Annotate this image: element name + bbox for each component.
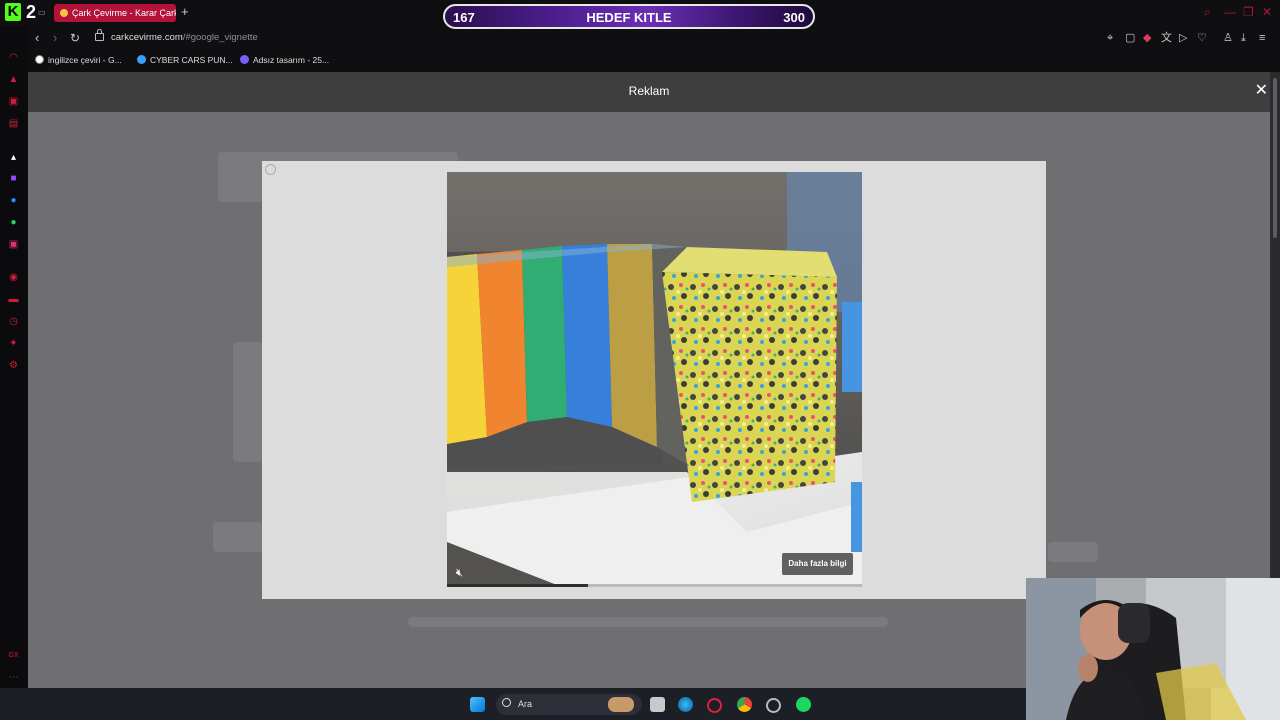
google-icon [35,55,44,64]
lock-icon [95,29,104,41]
bookmarks-bar: ingilizce çeviri - G... CYBER CARS PUN..… [28,50,1280,72]
site-icon [137,55,146,64]
history-icon[interactable]: ◷ [8,316,19,327]
heart-icon[interactable]: ♡ [1197,31,1207,45]
extensions-sidebar-icon[interactable]: ✦ [8,338,19,349]
tab-counter-icon: ▭ [38,8,46,17]
video-progress-fill [447,584,589,587]
reload-icon[interactable]: ↻ [70,30,80,46]
overlay-title: HEDEF KITLE [586,10,672,25]
speed-dial-icon[interactable]: ◠ [8,52,19,63]
kick-logo-icon: K [5,3,21,21]
restore-icon[interactable]: ❐ [1243,5,1254,19]
new-tab-plus-icon[interactable]: + [181,4,189,20]
ghost-block [1048,542,1098,562]
wallet-icon[interactable]: ▣ [8,96,19,107]
url-host: carkcevirme.com [111,32,183,43]
download-icon[interactable]: ⤓ [1241,31,1246,45]
webcam-feed [1026,578,1280,720]
opera-gx-icon[interactable] [707,698,722,713]
tab-counter: 2 [26,2,37,22]
player-icon[interactable]: ◉ [8,272,19,283]
ghost-block [213,522,263,552]
active-tab[interactable]: Çark Çevirme - Karar Çarkı [54,4,176,22]
browser-sidebar: ◠ ▲ ▣ ▤ ▴ ■ ● ● ▣ ◉ ▬ ◷ ✦ ⚙ GX ⋯ [0,26,28,688]
search-window-icon[interactable]: ⌕ [1204,5,1211,19]
overlay-right-count: 300 [783,10,805,25]
whatsapp-icon[interactable]: ● [8,217,19,228]
taskbar-search-label: Ara [518,699,533,709]
bag-icon[interactable]: ▲ [8,74,19,85]
search-highlight-icon [608,697,634,712]
tabs-icon[interactable]: ▬ [8,294,19,305]
address-bar: ‹ › ↻ carkcevirme.com/#google_vignette ⌖… [28,26,1280,50]
close-window-icon[interactable]: ✕ [1262,5,1272,19]
gx-icon[interactable]: GX [8,650,19,661]
extensions-icon[interactable]: ▢ [1125,31,1135,45]
spotify-icon[interactable] [796,697,811,712]
hedef-kitle-overlay: 167 HEDEF KITLE 300 [443,4,815,29]
ad-video-frame [447,172,862,585]
messenger-icon[interactable]: ● [8,195,19,206]
video-progress-bar[interactable] [447,584,862,587]
tab-title: Çark Çevirme - Karar Çarkı [72,8,176,18]
url-field[interactable]: carkcevirme.com/#google_vignette [111,31,258,45]
bookmark-item[interactable]: Adsız tasarım - 25... [240,54,329,66]
translate-icon[interactable]: 文 [1161,31,1172,45]
taskbar-search[interactable]: Ara [496,694,642,715]
instagram-icon[interactable]: ▣ [8,239,19,250]
minimize-icon[interactable]: — [1224,5,1236,19]
pocket-icon[interactable]: ◆ [1143,31,1151,45]
bookmark-label: Adsız tasarım - 25... [253,55,330,65]
news-icon[interactable]: ▤ [8,118,19,129]
chrome-icon[interactable] [737,697,752,712]
adchoices-icon[interactable] [265,164,276,175]
bookmark-label: CYBER CARS PUN... [150,55,233,65]
menu-icon[interactable]: ≡ [1259,31,1265,45]
edge-icon[interactable] [678,697,693,712]
bookmark-item[interactable]: CYBER CARS PUN... [137,54,233,66]
tab-favicon-icon [60,9,68,17]
ad-header-title: Reklam [628,84,670,98]
aria-icon[interactable]: ▴ [8,152,19,163]
app-icon[interactable] [766,698,781,713]
windows-start-icon[interactable] [470,697,485,712]
more-icon[interactable]: ⋯ [8,672,19,683]
ghost-block [408,617,888,627]
back-icon[interactable]: ‹ [35,30,39,46]
bookmark-label: ingilizce çeviri - G... [48,55,122,65]
task-view-icon[interactable] [650,697,665,712]
forward-icon[interactable]: › [53,30,57,46]
canva-icon [240,55,249,64]
ad-video[interactable] [447,172,862,585]
ghost-block [233,342,263,462]
bookmark-item[interactable]: ingilizce çeviri - G... [35,54,122,66]
search-icon [502,698,511,707]
settings-icon[interactable]: ⚙ [8,360,19,371]
scrollbar-thumb[interactable] [1273,78,1277,238]
mute-icon[interactable]: 🔇︎ [456,567,463,579]
twitch-icon[interactable]: ■ [8,173,19,184]
play-icon[interactable]: ▷ [1179,31,1187,45]
snapshot-icon[interactable]: ⌖ [1107,31,1113,45]
account-icon[interactable]: ♙ [1223,31,1233,45]
daha-fazla-bilgi-button[interactable]: Daha fazla bilgi [782,553,853,575]
close-ad-icon[interactable]: ✕ [1255,82,1268,100]
webcam-overlay [1026,578,1280,720]
url-path: /#google_vignette [182,32,258,43]
ad-header-bar: Reklam ✕ [28,72,1270,112]
